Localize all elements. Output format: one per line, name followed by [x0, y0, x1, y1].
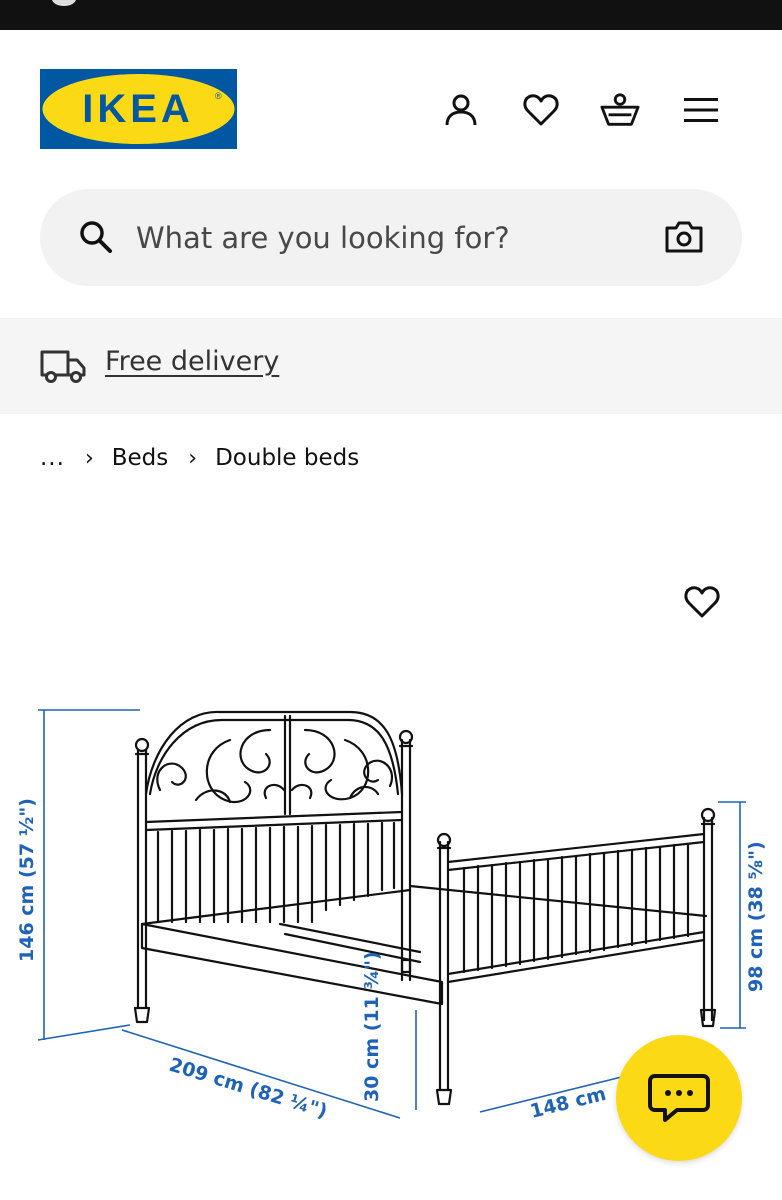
free-delivery-link[interactable]: Free delivery [105, 346, 279, 377]
basket-icon[interactable] [600, 90, 640, 130]
menu-icon[interactable] [681, 90, 721, 130]
search-icon [78, 219, 114, 259]
truck-icon [40, 348, 86, 388]
site-header: IKEA ® [0, 30, 782, 180]
status-bar [0, 0, 782, 30]
heart-icon[interactable] [521, 90, 561, 130]
status-indicator [52, 0, 76, 6]
dimension-footboard-height: 98 cm (38 ⅝") [745, 841, 767, 992]
camera-icon[interactable] [664, 219, 704, 259]
profile-icon[interactable] [441, 90, 481, 130]
svg-text:®: ® [215, 91, 222, 101]
chat-icon [648, 1074, 710, 1122]
chevron-right-icon: › [188, 445, 198, 471]
chat-button[interactable] [616, 1035, 742, 1161]
dimension-width: 148 cm [528, 1083, 608, 1123]
breadcrumb-item-beds[interactable]: Beds [112, 445, 169, 471]
logo-text: IKEA [82, 87, 194, 131]
logo-graphic: IKEA ® [40, 69, 237, 149]
search-bar[interactable] [40, 189, 742, 286]
dimension-frame-height: 30 cm (11 ¾") [361, 951, 383, 1102]
breadcrumb-ellipsis[interactable]: ... [40, 445, 65, 471]
breadcrumb-item-double-beds[interactable]: Double beds [215, 445, 359, 471]
chevron-right-icon: › [84, 445, 94, 471]
product-favourite-button[interactable] [680, 580, 724, 624]
ikea-logo[interactable]: IKEA ® [40, 69, 237, 149]
search-input[interactable] [136, 213, 636, 263]
dimension-total-height: 146 cm (57 ½") [16, 798, 38, 962]
delivery-banner: Free delivery [0, 318, 782, 414]
heart-icon [684, 586, 720, 618]
breadcrumb: ... › Beds › Double beds [40, 440, 359, 476]
